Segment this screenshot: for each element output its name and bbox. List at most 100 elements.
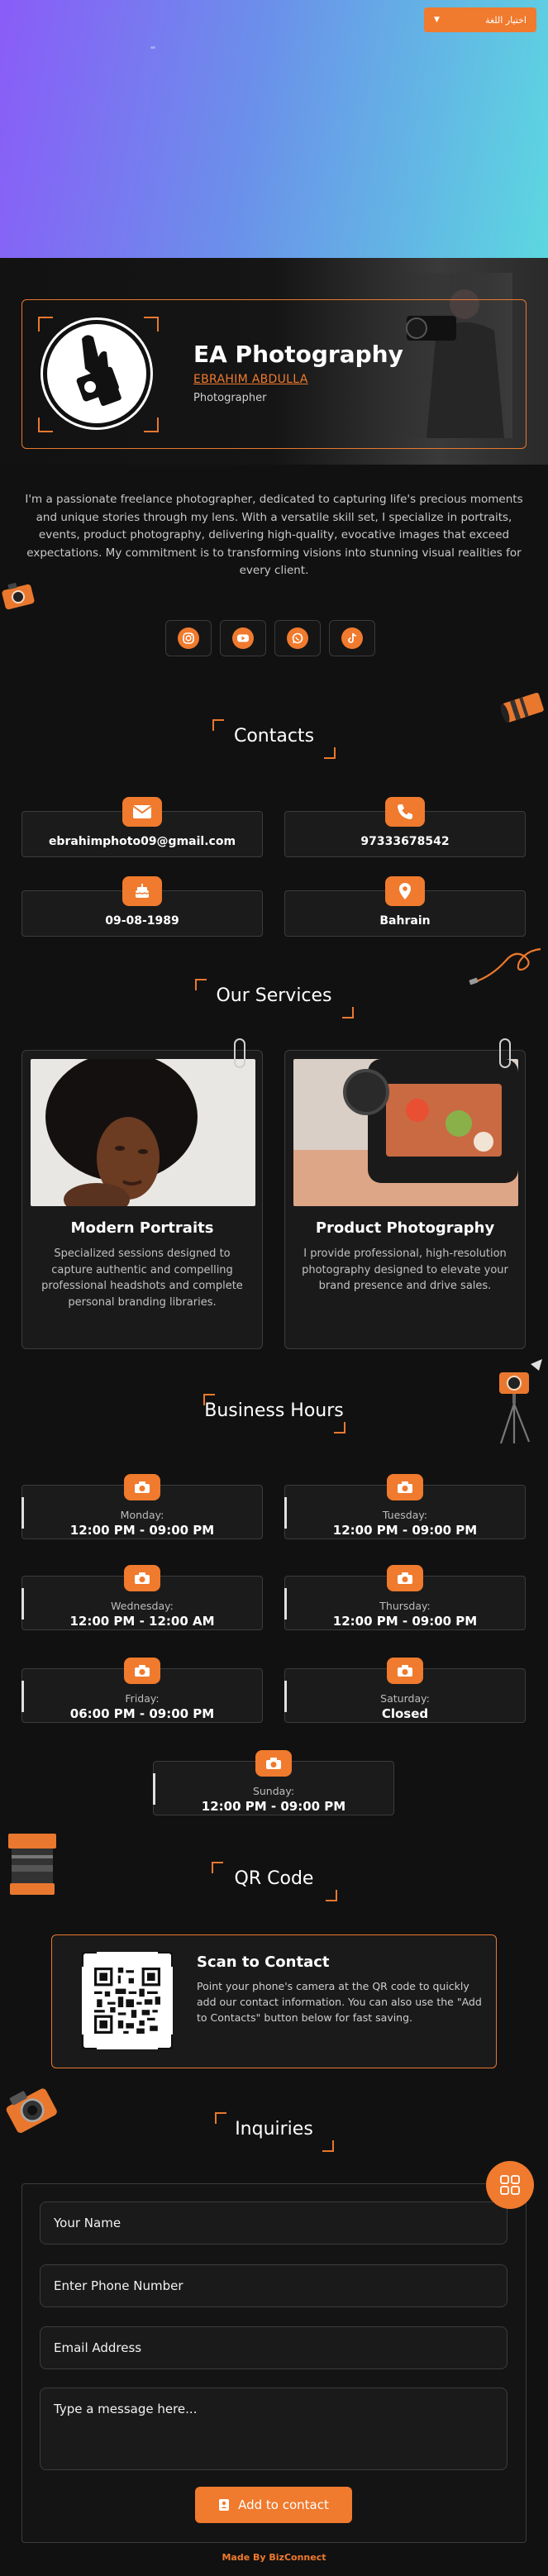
- business-logo: [43, 320, 150, 427]
- hours-time: 12:00 PM - 09:00 PM: [332, 1614, 478, 1629]
- hours-day: Friday:: [125, 1692, 160, 1705]
- hours-day: Tuesday:: [382, 1509, 428, 1521]
- frame-corner: [158, 1952, 173, 1967]
- phone-input[interactable]: [40, 2264, 507, 2307]
- name-input[interactable]: [40, 2202, 507, 2244]
- instagram-icon: [178, 627, 199, 649]
- hours-time: 12:00 PM - 12:00 AM: [69, 1614, 215, 1629]
- language-select-button[interactable]: ▼ اختيار اللغة: [424, 7, 536, 32]
- paperclip-icon: [234, 1038, 245, 1068]
- camera-icon: [124, 1658, 160, 1684]
- email-icon: [122, 797, 162, 827]
- qr-code-icon: [94, 1968, 160, 2034]
- hours-day: Thursday:: [379, 1600, 431, 1612]
- contact-email-value: ebrahimphoto09@gmail.com: [48, 835, 236, 848]
- camera-icon: [255, 1750, 292, 1777]
- camera-icon: [124, 1565, 160, 1591]
- hours-row-sunday: Sunday: 12:00 PM - 09:00 PM: [153, 1750, 394, 1815]
- hours-day: Monday:: [120, 1509, 164, 1521]
- whatsapp-link[interactable]: [274, 620, 321, 656]
- hero-dot: [150, 46, 155, 49]
- logo-frame: [38, 317, 159, 432]
- youtube-icon: [232, 627, 254, 649]
- service-description: I provide professional, high-resolution …: [302, 1247, 508, 1292]
- camera-icon: [387, 1658, 423, 1684]
- contact-phone-value: 97333678542: [360, 835, 450, 848]
- qr-card: Scan to Contact Point your phone's camer…: [51, 1934, 497, 2068]
- contact-birthday-tile: 09-08-1989: [21, 876, 263, 937]
- camera-icon: [387, 1474, 423, 1500]
- add-to-contact-label: Add to contact: [238, 2497, 329, 2512]
- language-select-label: اختيار اللغة: [485, 14, 527, 26]
- service-description: Specialized sessions designed to capture…: [41, 1247, 243, 1309]
- footer-credit[interactable]: Made By BizConnect: [0, 2552, 548, 2563]
- service-image-product: [293, 1059, 518, 1206]
- hours-row-friday: Friday: 06:00 PM - 09:00 PM: [21, 1658, 263, 1723]
- decorative-cable-icon: [469, 947, 541, 985]
- hours-row-wednesday: Wednesday: 12:00 PM - 12:00 AM: [21, 1565, 263, 1630]
- hours-time: Closed: [381, 1706, 429, 1721]
- cake-icon: [122, 876, 162, 906]
- hours-row-saturday: Saturday: Closed: [284, 1658, 526, 1723]
- decorative-lens-icon: [500, 692, 544, 723]
- service-image-portrait: [31, 1059, 255, 1206]
- tiktok-icon: [341, 627, 363, 649]
- owner-name-link[interactable]: EBRAHIM ABDULLA: [193, 373, 308, 386]
- qr-code-heading: QR Code: [234, 1868, 314, 1889]
- hours-row-monday: Monday: 12:00 PM - 09:00 PM: [21, 1474, 263, 1539]
- paperclip-icon: [499, 1038, 511, 1068]
- youtube-link[interactable]: [220, 620, 266, 656]
- service-title: Modern Portraits: [70, 1219, 214, 1237]
- hours-time: 06:00 PM - 09:00 PM: [69, 1706, 215, 1721]
- email-input[interactable]: [40, 2326, 507, 2369]
- hours-day: Wednesday:: [111, 1600, 174, 1612]
- contact-location-tile[interactable]: Bahrain: [284, 876, 526, 937]
- floating-menu-button[interactable]: [486, 2161, 534, 2209]
- service-card[interactable]: Product Photography I provide profession…: [284, 1050, 526, 1349]
- business-name: EA Photography: [193, 341, 403, 368]
- about-text: I'm a passionate freelance photographer,…: [25, 493, 523, 577]
- hours-time: 12:00 PM - 09:00 PM: [201, 1799, 346, 1814]
- whatsapp-icon: [287, 627, 308, 649]
- frame-corner: [158, 2035, 173, 2049]
- hours-time: 12:00 PM - 09:00 PM: [69, 1523, 215, 1538]
- hero-banner: [0, 0, 548, 258]
- heading-bracket: [322, 2140, 334, 2152]
- location-icon: [385, 876, 425, 906]
- camera-icon: [124, 1474, 160, 1500]
- heading-bracket: [334, 1422, 345, 1433]
- hours-row-tuesday: Tuesday: 12:00 PM - 09:00 PM: [284, 1474, 526, 1539]
- contact-phone-tile[interactable]: 97333678542: [284, 797, 526, 857]
- hours-row-thursday: Thursday: 12:00 PM - 09:00 PM: [284, 1565, 526, 1630]
- contact-email-tile[interactable]: ebrahimphoto09@gmail.com: [21, 797, 263, 857]
- tiktok-link[interactable]: [329, 620, 375, 656]
- heading-bracket: [326, 1890, 337, 1901]
- social-links: [165, 620, 384, 656]
- business-hours-heading: Business Hours: [204, 1400, 344, 1421]
- hours-day: Saturday:: [380, 1692, 430, 1705]
- camera-hand-logo-icon: [76, 335, 122, 406]
- frame-corner: [82, 2035, 97, 2049]
- heading-bracket: [324, 747, 336, 759]
- instagram-link[interactable]: [165, 620, 212, 656]
- services-heading: Our Services: [216, 985, 332, 1006]
- contacts-heading: Contacts: [233, 726, 315, 747]
- hours-day: Sunday:: [252, 1785, 295, 1797]
- qr-card-description: Point your phone's camera at the QR code…: [197, 1980, 482, 2024]
- qr-code-image[interactable]: [82, 1952, 173, 2049]
- chevron-down-icon: ▼: [434, 16, 440, 24]
- qr-card-title: Scan to Contact: [197, 1953, 330, 1971]
- add-to-contact-button[interactable]: Add to contact: [195, 2487, 352, 2523]
- grid-icon: [500, 2175, 520, 2195]
- heading-bracket: [342, 1007, 354, 1018]
- service-card[interactable]: Modern Portraits Specialized sessions de…: [21, 1050, 263, 1349]
- message-textarea[interactable]: [40, 2388, 507, 2470]
- contact-location-value: Bahrain: [379, 914, 431, 928]
- frame-corner: [82, 1952, 97, 1967]
- phone-icon: [385, 797, 425, 827]
- service-title: Product Photography: [315, 1219, 495, 1237]
- owner-role: Photographer: [193, 392, 267, 404]
- inquiries-heading: Inquiries: [235, 2119, 313, 2140]
- hours-time: 12:00 PM - 09:00 PM: [332, 1523, 478, 1538]
- decorative-camera-icon: [2, 582, 35, 610]
